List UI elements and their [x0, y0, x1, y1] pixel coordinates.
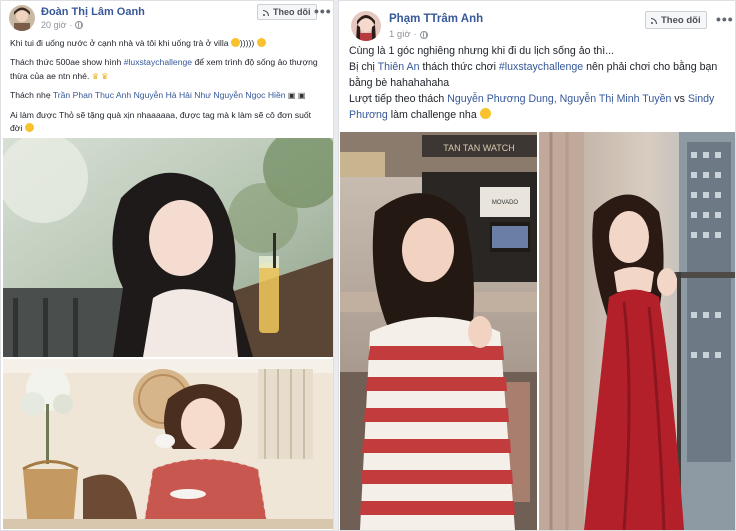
smiley-emoji-icon: [230, 38, 240, 47]
camera-emoji-icon: ▣: [297, 91, 306, 101]
post-photo[interactable]: [3, 359, 333, 529]
post-paragraph: Lượt tiếp theo thách Nguyễn Phương Dung,…: [349, 93, 715, 121]
tagged-user-link[interactable]: Thiên An: [378, 61, 420, 73]
post-photo[interactable]: [539, 132, 735, 530]
smiley-emoji-icon: [256, 38, 266, 47]
store-sign: TAN TAN WATCH: [443, 143, 515, 153]
post-paragraph: Thách nhẹ Trần Phan Thục Anh Nguyễn Hà H…: [10, 90, 306, 101]
post-text: Cùng là 1 góc nghiêng nhưng khi đi du lị…: [349, 43, 727, 123]
follow-label: Theo dõi: [273, 7, 311, 17]
post-meta: 1 giờ ·: [389, 29, 428, 40]
post-time[interactable]: 20 giờ: [41, 20, 66, 30]
post-paragraph: Bị chị Thiên An thách thức chơi #luxstay…: [349, 61, 718, 89]
smiley-emoji-icon: [24, 123, 34, 133]
camera-emoji-icon: ▣: [287, 91, 296, 101]
follow-label: Theo dõi: [661, 14, 701, 26]
post-paragraph: Ai làm được Thỏ sẽ tặng quà xịn nhaaaaaa…: [10, 109, 312, 134]
author-name[interactable]: Đoàn Thị Lâm Oanh: [41, 6, 145, 18]
post-header: Phạm TTrâm Anh 1 giờ · Theo dõi •••: [339, 1, 735, 41]
post-paragraph: Khi tui đi uống nước ở cạnh nhà và tôi k…: [10, 37, 325, 50]
rss-follow-icon: [263, 9, 270, 16]
post-card-1: Đoàn Thị Lâm Oanh 20 giờ · Theo dõi ••• K…: [0, 0, 334, 531]
post-text: Khi tui đi uống nước ở cạnh nhà và tôi k…: [10, 37, 325, 141]
post-paragraph: Thách thức 500ae show hình #luxstaychall…: [10, 57, 318, 81]
globe-icon: [419, 30, 428, 39]
tagged-users-link[interactable]: Trần Phan Thục Anh Nguyễn Hà Hải Như Ngu…: [53, 90, 286, 100]
follow-button[interactable]: Theo dõi: [257, 4, 317, 20]
crown-emoji-icon: ♛: [91, 71, 99, 81]
post-time[interactable]: 1 giờ: [389, 29, 411, 40]
post-meta: 20 giờ ·: [41, 20, 84, 30]
post-photo[interactable]: [3, 138, 333, 357]
rss-follow-icon: [651, 17, 658, 24]
follow-button[interactable]: Theo dõi: [645, 11, 707, 29]
more-options-icon[interactable]: •••: [314, 3, 332, 19]
hashtag-link[interactable]: #luxstaychallenge: [124, 57, 192, 67]
crown-emoji-icon: ♛: [101, 71, 109, 81]
avatar[interactable]: [9, 5, 35, 31]
post-photo[interactable]: TAN TAN WATCH MOVADO: [340, 132, 537, 530]
author-name[interactable]: Phạm TTrâm Anh: [389, 13, 483, 25]
smiley-emoji-icon: [479, 108, 491, 119]
more-options-icon[interactable]: •••: [716, 11, 734, 27]
hashtag-link[interactable]: #luxstaychallenge: [499, 61, 583, 73]
post-card-2: Phạm TTrâm Anh 1 giờ · Theo dõi ••• Cùng …: [338, 0, 736, 531]
brand-sign: MOVADO: [492, 200, 519, 206]
tagged-users-link[interactable]: Nguyễn Phương Dung, Nguyễn Thị Minh Tuyề…: [447, 93, 671, 105]
globe-icon: [75, 21, 84, 29]
avatar[interactable]: [351, 11, 381, 41]
post-paragraph: Cùng là 1 góc nghiêng nhưng khi đi du lị…: [349, 45, 615, 57]
post-header: Đoàn Thị Lâm Oanh 20 giờ · Theo dõi •••: [1, 1, 333, 41]
